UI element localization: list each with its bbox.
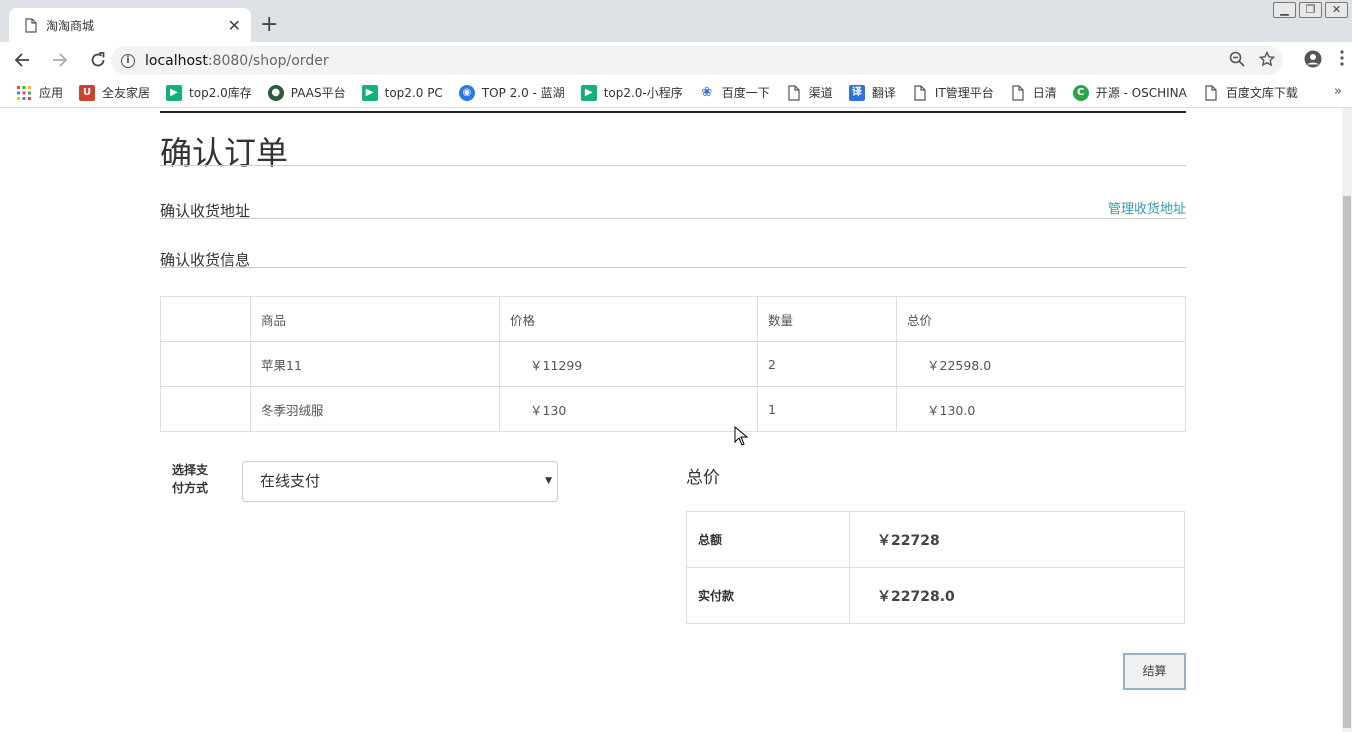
column-header-blank: [160, 296, 251, 342]
page-icon: [25, 17, 37, 33]
bookmark-translate[interactable]: 译 翻译: [848, 84, 896, 101]
column-header-price: 价格: [499, 296, 758, 342]
product-total: ￥22598.0: [896, 341, 1186, 387]
close-tab-icon[interactable]: ✕: [228, 16, 241, 35]
page-scrollbar[interactable]: [1342, 108, 1352, 732]
product-total: ￥130.0: [896, 386, 1186, 432]
play-green-icon: ▶: [166, 84, 183, 101]
page-icon: [914, 84, 926, 101]
payment-method-value: 在线支付: [260, 472, 321, 490]
arrow-right-icon: [53, 53, 68, 67]
page-viewport: 确认订单 确认收货地址 管理收货地址 确认收货信息 商品 价格 数量 总价 苹果…: [0, 108, 1352, 732]
reload-button[interactable]: [82, 44, 114, 76]
table-row: 苹果11 ￥11299 2 ￥22598.0: [160, 341, 1186, 387]
column-header-quantity: 数量: [757, 296, 897, 342]
product-price: ￥11299: [499, 341, 758, 387]
product-quantity: 1: [757, 386, 897, 432]
tab-bar: 淘淘商城 ✕ + ▁ ❐ ✕: [0, 0, 1352, 42]
bookmark-baidu-wenku[interactable]: 百度文库下载: [1203, 84, 1298, 101]
mouse-cursor-icon: [734, 426, 748, 446]
summary-title: 总价: [686, 468, 720, 488]
forward-button[interactable]: [44, 44, 76, 76]
bookmark-baidu[interactable]: ❀ 百度一下: [699, 84, 769, 101]
arrow-left-icon: [14, 53, 29, 67]
summary-label: 实付款: [686, 567, 850, 624]
play-green-icon: ▶: [580, 84, 597, 101]
window-controls: ▁ ❐ ✕: [1273, 2, 1348, 18]
summary-row-paid: 实付款 ￥22728.0: [686, 567, 1185, 624]
summary-table: 总额 ￥22728 实付款 ￥22728.0: [686, 511, 1185, 624]
oschina-icon: C: [1072, 84, 1089, 101]
translate-icon: 译: [848, 84, 865, 101]
manage-address-link[interactable]: 管理收货地址: [1108, 198, 1186, 217]
column-header-total: 总价: [896, 296, 1186, 342]
bookmark-riqing[interactable]: 日清: [1010, 84, 1057, 101]
dropdown-arrow-icon: ▼: [545, 476, 552, 486]
bookmarks-bar: 应用 U 全友家居 ▶ top2.0库存 ● PAAS平台 ▶ top2.0 P…: [0, 78, 1352, 108]
product-price: ￥130: [499, 386, 758, 432]
close-window-button[interactable]: ✕: [1325, 2, 1348, 18]
top-divider: [160, 111, 1186, 113]
table-row: 冬季羽绒服 ￥130 1 ￥130.0: [160, 386, 1186, 432]
account-icon[interactable]: [1304, 50, 1322, 68]
new-tab-button[interactable]: +: [260, 12, 278, 38]
menu-kebab-icon[interactable]: [1340, 50, 1344, 66]
bookmark-top2-pc[interactable]: ▶ top2.0 PC: [361, 84, 443, 101]
info-divider: [160, 267, 1186, 268]
url-text: localhost:8080/shop/order: [145, 52, 329, 69]
summary-row-total: 总额 ￥22728: [686, 511, 1185, 568]
apps-grid-icon: [17, 85, 31, 100]
page-icon: [788, 84, 800, 101]
minimize-button[interactable]: ▁: [1273, 2, 1296, 18]
reload-icon: [91, 52, 105, 67]
page-icon: [1205, 84, 1217, 101]
zoom-icon[interactable]: [1229, 51, 1245, 67]
summary-value: ￥22728.0: [849, 567, 1185, 624]
bookmark-paas[interactable]: ● PAAS平台: [267, 84, 346, 101]
back-button[interactable]: [6, 44, 38, 76]
play-green-icon: ▶: [361, 84, 378, 101]
address-divider: [160, 218, 1186, 219]
tab-title: 淘淘商城: [46, 18, 95, 33]
payment-method-select[interactable]: 在线支付 ▼: [242, 461, 558, 502]
summary-value: ￥22728: [849, 511, 1185, 568]
bookmark-top2-miniapp[interactable]: ▶ top2.0-小程序: [580, 84, 683, 101]
bookmark-apps[interactable]: 应用: [16, 84, 63, 101]
star-icon[interactable]: [1259, 51, 1275, 67]
product-name: 冬季羽绒服: [250, 386, 500, 432]
product-name: 苹果11: [250, 341, 500, 387]
info-icon[interactable]: i: [121, 53, 135, 68]
lanhu-icon: ◉: [458, 84, 475, 101]
payment-method-label: 选择支付方式: [172, 463, 209, 495]
page-icon: [1012, 84, 1024, 101]
summary-label: 总额: [686, 511, 850, 568]
row-image-cell: [160, 386, 251, 432]
bookmark-quanyou[interactable]: U 全友家居: [79, 84, 150, 101]
bookmark-lanhu[interactable]: ◉ TOP 2.0 - 蓝湖: [458, 84, 565, 101]
order-items-table: 商品 价格 数量 总价 苹果11 ￥11299 2 ￥22598.0 冬季羽绒服…: [160, 296, 1186, 432]
bookmark-it-platform[interactable]: IT管理平台: [912, 84, 994, 101]
bookmarks-more-button[interactable]: »: [1334, 84, 1342, 99]
quanyou-icon: U: [79, 84, 96, 101]
title-divider: [160, 165, 1186, 166]
baidu-paw-icon: ❀: [701, 84, 713, 100]
bookmark-oschina[interactable]: C 开源 - OSCHINA: [1072, 84, 1187, 101]
row-image-cell: [160, 341, 251, 387]
bookmark-channel[interactable]: 渠道: [786, 84, 833, 101]
product-quantity: 2: [757, 341, 897, 387]
browser-tab[interactable]: 淘淘商城 ✕: [9, 8, 251, 42]
bookmark-top2-stock[interactable]: ▶ top2.0库存: [166, 84, 252, 101]
paas-icon: ●: [267, 84, 284, 101]
page-title: 确认订单: [160, 134, 289, 172]
address-bar[interactable]: i localhost:8080/shop/order: [111, 46, 1283, 75]
table-header-row: 商品 价格 数量 总价: [160, 296, 1186, 342]
checkout-button[interactable]: 结算: [1123, 653, 1186, 690]
column-header-product: 商品: [250, 296, 500, 342]
scrollbar-thumb[interactable]: [1343, 196, 1351, 728]
browser-toolbar: i localhost:8080/shop/order: [0, 42, 1352, 78]
maximize-button[interactable]: ❐: [1299, 2, 1322, 18]
